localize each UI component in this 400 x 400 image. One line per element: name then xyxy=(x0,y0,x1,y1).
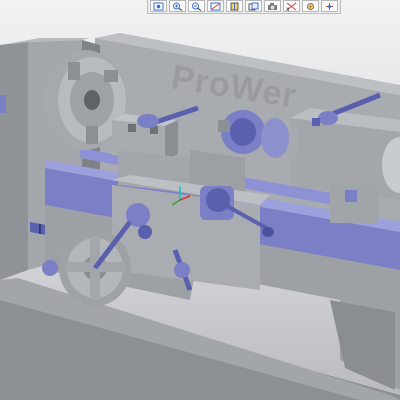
model-viewport[interactable]: ProWer x xyxy=(0,0,400,400)
svg-text:x: x xyxy=(286,6,290,11)
lathe-model[interactable]: ProWer xyxy=(0,0,400,400)
zoom-fit-icon[interactable] xyxy=(150,0,167,12)
orient-icon[interactable] xyxy=(226,0,243,12)
zoom-in-icon[interactable] xyxy=(169,0,186,12)
spin-center-icon[interactable] xyxy=(321,0,338,12)
saved-views-icon[interactable] xyxy=(245,0,262,12)
repaint-icon[interactable] xyxy=(207,0,224,12)
headstock-blue-tab xyxy=(0,95,6,113)
headstock-left-face xyxy=(0,42,28,280)
display-style-icon[interactable] xyxy=(264,0,281,12)
zoom-out-icon[interactable] xyxy=(188,0,205,12)
datum-points-icon[interactable] xyxy=(302,0,319,12)
bed-slot xyxy=(330,300,395,390)
view-toolbar: x xyxy=(147,0,341,14)
datum-planes-icon[interactable]: x xyxy=(283,0,300,12)
